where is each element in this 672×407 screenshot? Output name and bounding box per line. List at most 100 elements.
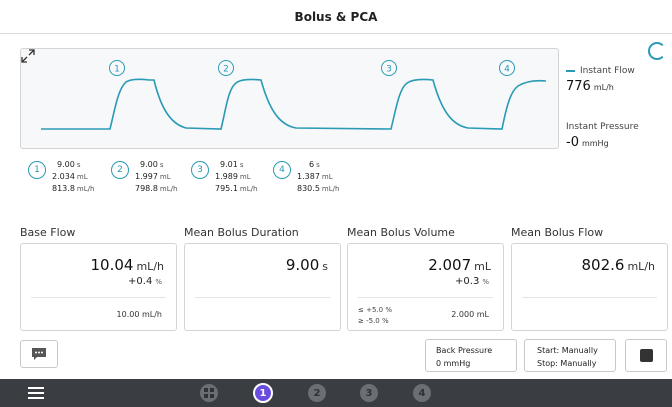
bolus-flow: 798.8 (135, 184, 158, 193)
divider (358, 297, 493, 298)
mean-flow-value: 802.6 (581, 256, 625, 274)
stop-button[interactable] (625, 339, 667, 372)
instant-pressure-label: Instant Pressure (566, 122, 639, 132)
bolus-volume: 1.989 (215, 172, 238, 181)
bolus-marker-1[interactable]: 1 (109, 60, 125, 76)
mean-bolus-volume-card[interactable]: 2.007 mL +0.3% ≤ +5.0 % ≥ -5.0 % 2.000 mL (347, 243, 504, 331)
bolus-flow: 830.5 (297, 184, 320, 193)
bolus-number: 1 (28, 161, 46, 179)
loading-spinner-icon (648, 42, 666, 60)
bolus-volume-unit: mL (239, 173, 251, 181)
bolus-flow-unit: mL/h (239, 185, 258, 193)
bolus-volume: 1.997 (135, 172, 158, 181)
mean-duration-unit: s (322, 260, 328, 273)
back-pressure-label: Back Pressure (436, 346, 493, 355)
instant-flow-unit: mL/h (593, 83, 614, 92)
bolus-number: 4 (273, 161, 291, 179)
grid-icon[interactable] (200, 384, 218, 402)
svg-text:1: 1 (114, 65, 120, 75)
bolus-volume-unit: mL (159, 173, 171, 181)
divider (522, 297, 657, 298)
bolus-marker-3[interactable]: 3 (381, 60, 397, 76)
grid-glyph (204, 388, 214, 398)
bolus-volume-unit: mL (76, 173, 88, 181)
bolus-item[interactable]: 1 9.00 s 2.034 mL 813.8 mL/h (28, 159, 94, 195)
bolus-flow: 795.1 (215, 184, 238, 193)
divider (31, 297, 166, 298)
base-flow-delta: +0.4 (128, 276, 153, 287)
mean-bolus-volume-title: Mean Bolus Volume (347, 226, 455, 239)
bolus-duration-unit: s (316, 161, 320, 169)
flow-legend-swatch (566, 70, 575, 72)
mean-volume-unit: mL (474, 260, 491, 273)
back-pressure-button[interactable]: Back Pressure 0 mmHg (425, 339, 517, 372)
bolus-duration: 9.00 (140, 160, 158, 169)
mean-bolus-flow-title: Mean Bolus Flow (511, 226, 604, 239)
bolus-volume-unit: mL (321, 173, 333, 181)
bolus-duration-unit: s (159, 161, 164, 169)
instant-flow-label: Instant Flow (580, 66, 635, 76)
instant-pressure-value: -0 (566, 135, 579, 150)
bolus-duration: 9.01 (220, 160, 238, 169)
bolus-flow: 813.8 (52, 184, 75, 193)
base-flow-card[interactable]: 10.04 mL/h +0.4% 10.00 mL/h (20, 243, 177, 331)
expand-icon[interactable] (21, 49, 35, 63)
bolus-volume: 2.034 (52, 172, 75, 181)
bolus-number: 3 (191, 161, 209, 179)
bolus-flow-unit: mL/h (321, 185, 340, 193)
base-flow-title: Base Flow (20, 226, 76, 239)
svg-text:3: 3 (386, 65, 392, 75)
flow-chart-svg: 1 2 3 4 (41, 60, 547, 130)
bolus-flow-unit: mL/h (159, 185, 178, 193)
message-button[interactable] (20, 340, 58, 368)
instant-pressure-unit: mmHg (581, 139, 609, 148)
bolus-flow-unit: mL/h (76, 185, 95, 193)
mean-flow-unit: mL/h (627, 260, 655, 273)
mean-volume-delta-unit: % (482, 278, 489, 286)
bolus-item[interactable]: 3 9.01 s 1.989 mL 795.1 mL/h (191, 159, 257, 195)
stop-mode-label: Stop: Manually (537, 359, 597, 368)
bolus-volume: 1.387 (297, 172, 320, 181)
bolus-marker-4[interactable]: 4 (499, 60, 515, 76)
chart-legend: Instant Flow 776 mL/h Instant Pressure -0… (566, 66, 670, 150)
back-pressure-value: 0 mmHg (436, 359, 471, 368)
tolerance-upper: ≤ +5.0 % (358, 306, 392, 314)
base-flow-value: 10.04 (90, 256, 134, 274)
bottom-nav: 1 2 3 4 (0, 379, 672, 407)
svg-text:2: 2 (223, 65, 229, 75)
tolerance-lower: ≥ -5.0 % (358, 317, 389, 325)
nav-page-4[interactable]: 4 (413, 384, 431, 402)
nav-page-1[interactable]: 1 (253, 383, 273, 403)
page-title: Bolus & PCA (0, 0, 672, 34)
hamburger-icon[interactable] (28, 387, 44, 399)
mean-volume-delta: +0.3 (455, 276, 480, 287)
mean-bolus-duration-card[interactable]: 9.00 s (184, 243, 341, 331)
base-flow-unit: mL/h (136, 260, 164, 273)
flow-chart: 1 2 3 4 (20, 48, 559, 149)
nav-page-2[interactable]: 2 (308, 384, 326, 402)
base-flow-delta-unit: % (155, 278, 162, 286)
bolus-marker-2[interactable]: 2 (218, 60, 234, 76)
bolus-item[interactable]: 4 6s 1.387 mL 830.5 mL/h (273, 159, 339, 195)
bolus-item[interactable]: 2 9.00 s 1.997 mL 798.8 mL/h (111, 159, 177, 195)
bolus-duration: 6 (309, 160, 315, 169)
flow-trace (41, 78, 547, 130)
svg-text:4: 4 (504, 65, 510, 75)
mean-duration-value: 9.00 (285, 256, 320, 274)
bolus-duration-unit: s (76, 161, 81, 169)
mean-volume-target: 2.000 mL (451, 310, 489, 319)
mean-bolus-duration-title: Mean Bolus Duration (184, 226, 299, 239)
start-stop-mode-button[interactable]: Start: Manually Stop: Manually (524, 339, 616, 372)
base-flow-target: 10.00 mL/h (116, 310, 162, 319)
start-mode-label: Start: Manually (537, 346, 598, 355)
nav-page-3[interactable]: 3 (360, 384, 378, 402)
bolus-number: 2 (111, 161, 129, 179)
message-icon (32, 348, 46, 360)
divider (195, 297, 330, 298)
mean-volume-value: 2.007 (428, 256, 472, 274)
bolus-duration-unit: s (239, 161, 244, 169)
bolus-duration: 9.00 (57, 160, 75, 169)
instant-flow-value: 776 (566, 79, 591, 94)
stop-icon (639, 349, 653, 362)
mean-bolus-flow-card[interactable]: 802.6 mL/h (511, 243, 668, 331)
